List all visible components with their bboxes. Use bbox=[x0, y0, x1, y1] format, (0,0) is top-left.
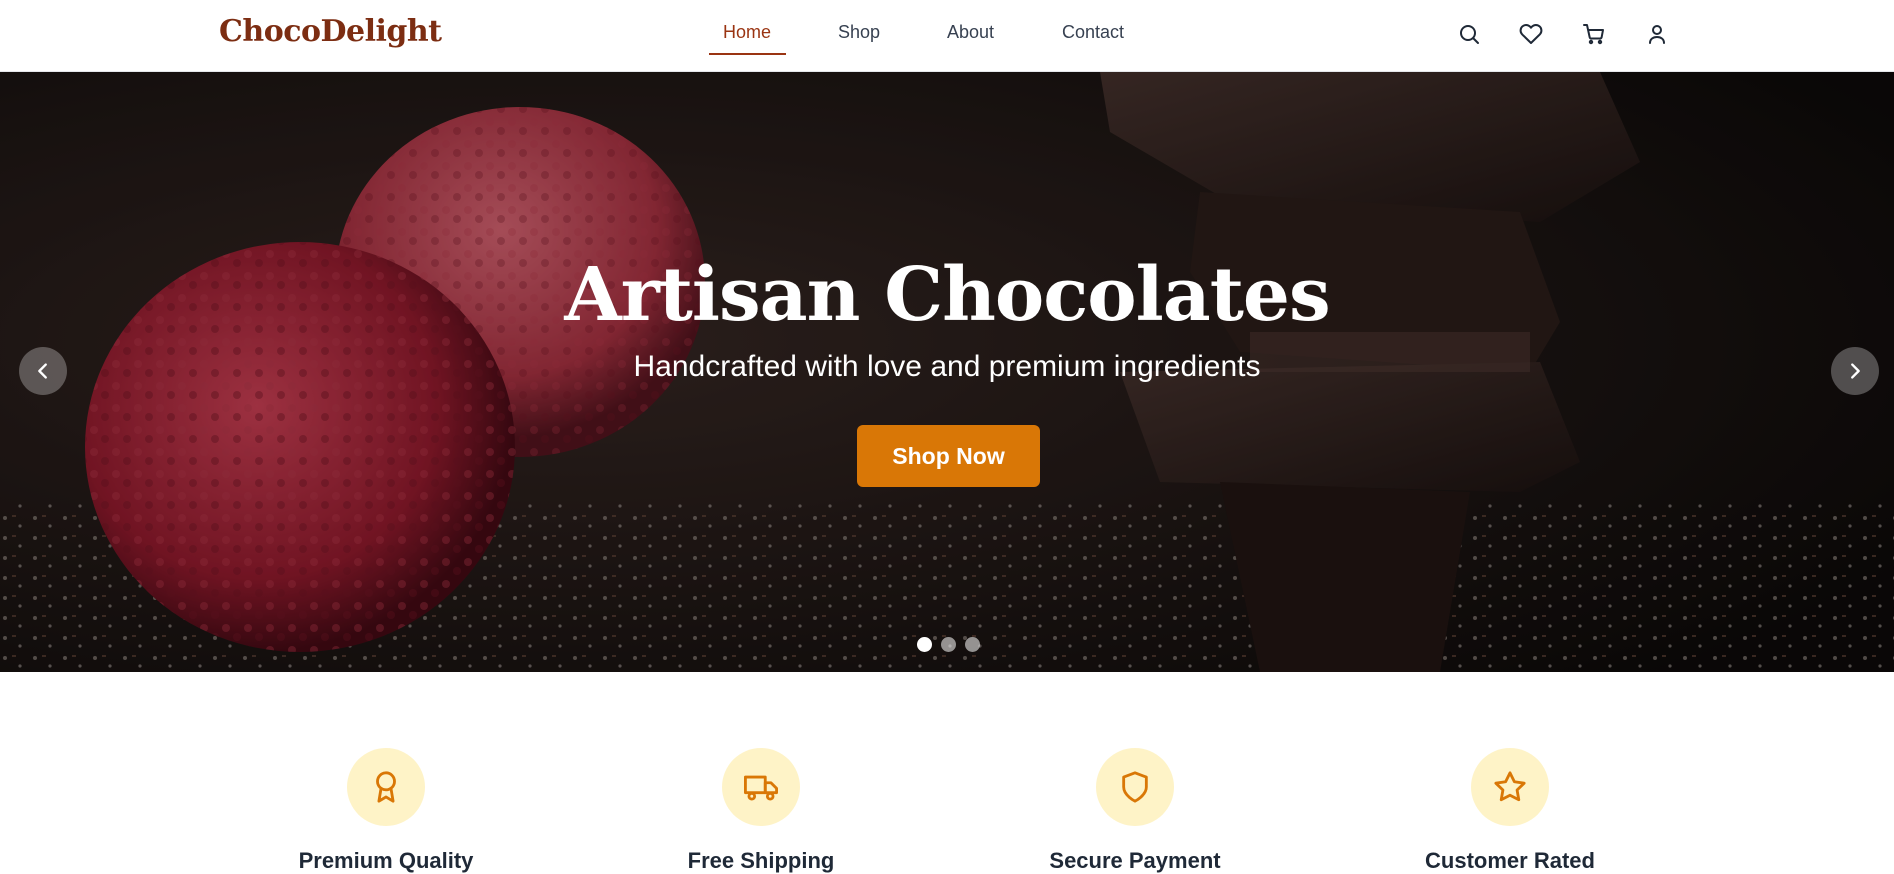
feature-icon-badge bbox=[1096, 748, 1174, 826]
nav-about[interactable]: About bbox=[947, 22, 994, 43]
wishlist-button[interactable] bbox=[1515, 18, 1547, 50]
carousel-dot-3[interactable] bbox=[965, 637, 980, 652]
feature-secure-payment: Secure Payment bbox=[1005, 748, 1265, 873]
award-icon bbox=[376, 771, 396, 803]
carousel-dots bbox=[0, 637, 1894, 653]
carousel-prev-button[interactable] bbox=[19, 347, 67, 395]
feature-premium-quality: Premium Quality bbox=[256, 748, 516, 873]
cart-button[interactable] bbox=[1578, 18, 1610, 50]
hero-subtitle: Handcrafted with love and premium ingred… bbox=[633, 350, 1261, 383]
carousel-dot-2[interactable] bbox=[941, 637, 956, 652]
site-header: ChocoDelight Home Shop About Contact bbox=[0, 0, 1894, 72]
star-icon bbox=[1494, 771, 1526, 802]
shield-icon bbox=[1122, 771, 1148, 803]
account-button[interactable] bbox=[1641, 18, 1673, 50]
hero-title: Artisan Chocolates bbox=[564, 252, 1330, 338]
feature-title: Customer Rated bbox=[1425, 848, 1595, 873]
chevron-left-icon bbox=[38, 363, 47, 379]
nav-shop[interactable]: Shop bbox=[838, 22, 880, 43]
chevron-right-icon bbox=[1851, 363, 1860, 379]
nav-active-indicator bbox=[709, 53, 786, 55]
hero-carousel: Artisan Chocolates Handcrafted with love… bbox=[0, 72, 1894, 672]
shop-now-button[interactable]: Shop Now bbox=[857, 425, 1040, 487]
carousel-dot-1[interactable] bbox=[917, 637, 932, 652]
feature-icon-badge bbox=[347, 748, 425, 826]
search-button[interactable] bbox=[1453, 18, 1485, 50]
truck-icon bbox=[744, 775, 778, 801]
feature-icon-badge bbox=[1471, 748, 1549, 826]
nav-home[interactable]: Home bbox=[723, 22, 771, 43]
search-icon bbox=[1460, 25, 1479, 44]
features-section: Premium Quality Free Shipping Secure Pay… bbox=[0, 672, 1894, 873]
feature-title: Secure Payment bbox=[1049, 848, 1221, 873]
feature-title: Premium Quality bbox=[298, 848, 474, 873]
feature-customer-rated: Customer Rated bbox=[1380, 748, 1640, 873]
brand-logo[interactable]: ChocoDelight bbox=[219, 14, 442, 49]
feature-title: Free Shipping bbox=[687, 848, 835, 873]
feature-icon-badge bbox=[722, 748, 800, 826]
nav-contact[interactable]: Contact bbox=[1062, 22, 1124, 43]
feature-free-shipping: Free Shipping bbox=[631, 748, 891, 873]
heart-icon bbox=[1519, 24, 1543, 44]
carousel-next-button[interactable] bbox=[1831, 347, 1879, 395]
user-icon bbox=[1649, 25, 1665, 44]
cart-icon bbox=[1583, 24, 1604, 45]
